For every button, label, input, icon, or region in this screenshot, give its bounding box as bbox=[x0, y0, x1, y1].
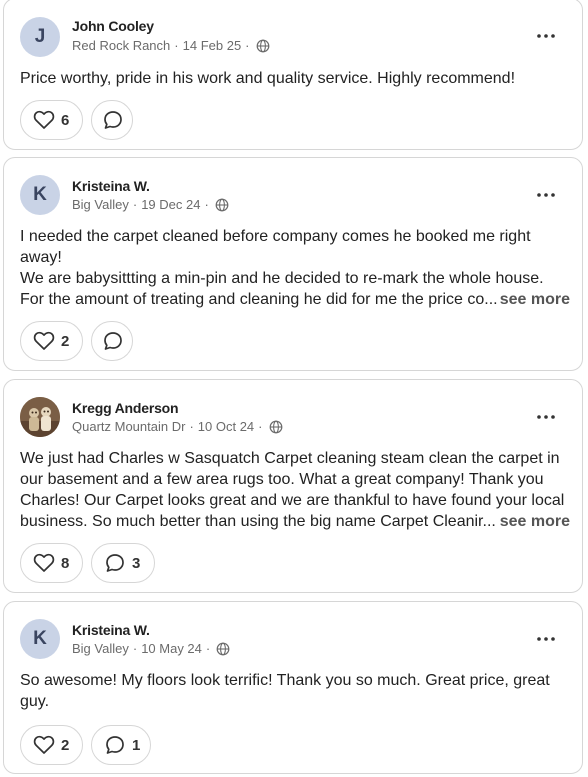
post-date[interactable]: 10 May 24 bbox=[141, 641, 202, 656]
comment-button[interactable]: 3 bbox=[91, 543, 155, 583]
separator: · bbox=[174, 38, 179, 53]
globe-icon bbox=[216, 642, 230, 656]
post-card: K Kristeina W. Big Valley · 10 May 24 · … bbox=[3, 601, 583, 774]
location[interactable]: Quartz Mountain Dr bbox=[72, 419, 185, 434]
like-button[interactable]: 8 bbox=[20, 543, 83, 583]
comment-count: 3 bbox=[132, 554, 141, 572]
more-options-button[interactable] bbox=[534, 26, 558, 46]
separator: · bbox=[205, 641, 211, 656]
avatar-photo bbox=[20, 397, 60, 437]
post-body-line: So awesome! My floors look terrific! Tha… bbox=[20, 672, 550, 689]
more-horizontal-icon bbox=[537, 193, 555, 197]
like-count: 8 bbox=[61, 554, 70, 572]
author-name[interactable]: Kristeina W. bbox=[72, 178, 150, 194]
post-body-line: business. So much better than using the … bbox=[20, 513, 496, 530]
location[interactable]: Red Rock Ranch bbox=[72, 38, 170, 53]
comment-count: 1 bbox=[132, 736, 141, 754]
more-options-button[interactable] bbox=[534, 185, 558, 205]
location[interactable]: Big Valley bbox=[72, 641, 129, 656]
comment-button[interactable] bbox=[91, 321, 133, 361]
more-options-button[interactable] bbox=[534, 629, 558, 649]
avatar[interactable]: J bbox=[20, 17, 60, 57]
post-card: K Kristeina W. Big Valley · 19 Dec 24 · … bbox=[3, 157, 583, 371]
globe-icon bbox=[256, 39, 270, 53]
comment-button[interactable]: 1 bbox=[91, 725, 151, 765]
separator: · bbox=[132, 641, 138, 656]
separator: · bbox=[245, 38, 250, 53]
like-count: 6 bbox=[61, 111, 70, 129]
post-meta: Quartz Mountain Dr · 10 Oct 24 · bbox=[72, 419, 283, 434]
post-body-line: Charles! Our Carpet looks great and we a… bbox=[20, 492, 565, 509]
post-meta: Big Valley · 19 Dec 24 · bbox=[72, 197, 229, 212]
like-button[interactable]: 6 bbox=[20, 100, 83, 140]
post-date[interactable]: 14 Feb 25 bbox=[183, 38, 242, 53]
separator: · bbox=[258, 419, 263, 434]
separator: · bbox=[189, 419, 194, 434]
avatar[interactable] bbox=[20, 397, 60, 437]
post-meta: Big Valley · 10 May 24 · bbox=[72, 641, 230, 656]
more-horizontal-icon bbox=[537, 415, 555, 419]
author-name[interactable]: Kregg Anderson bbox=[72, 400, 179, 416]
post-body-line: I needed the carpet cleaned before compa… bbox=[20, 228, 531, 245]
like-button[interactable]: 2 bbox=[20, 725, 83, 765]
globe-icon bbox=[269, 420, 283, 434]
post-body-line: guy. bbox=[20, 693, 50, 710]
post-body-line: We are babysittting a min-pin and he dec… bbox=[20, 270, 544, 287]
post-card: Kregg Anderson Quartz Mountain Dr · 10 O… bbox=[3, 379, 583, 593]
post-body-line: our basement and a few area rugs too. Wh… bbox=[20, 471, 544, 488]
more-horizontal-icon bbox=[537, 637, 555, 641]
comment-bubble-icon bbox=[102, 330, 124, 352]
heart-icon bbox=[33, 331, 55, 351]
globe-icon bbox=[215, 198, 229, 212]
avatar[interactable]: K bbox=[20, 619, 60, 659]
comment-bubble-icon bbox=[104, 734, 126, 756]
separator: · bbox=[204, 197, 209, 212]
like-count: 2 bbox=[61, 736, 70, 754]
separator: · bbox=[132, 197, 138, 212]
post-body-line: away! bbox=[20, 249, 62, 266]
location[interactable]: Big Valley bbox=[72, 197, 129, 212]
heart-icon bbox=[33, 110, 55, 130]
like-count: 2 bbox=[61, 332, 70, 350]
comment-bubble-icon bbox=[102, 109, 124, 131]
post-date[interactable]: 10 Oct 24 bbox=[198, 419, 254, 434]
post-meta: Red Rock Ranch · 14 Feb 25 · bbox=[72, 38, 270, 53]
heart-icon bbox=[33, 553, 55, 573]
avatar[interactable]: K bbox=[20, 175, 60, 215]
comment-button[interactable] bbox=[91, 100, 133, 140]
like-button[interactable]: 2 bbox=[20, 321, 83, 361]
comment-bubble-icon bbox=[104, 552, 126, 574]
see-more-link[interactable]: see more bbox=[500, 511, 570, 532]
see-more-link[interactable]: see more bbox=[500, 289, 570, 310]
more-horizontal-icon bbox=[537, 34, 555, 38]
author-name[interactable]: Kristeina W. bbox=[72, 622, 150, 638]
post-body[interactable]: We just had Charles w Sasquatch Carpet c… bbox=[20, 448, 570, 532]
post-body: So awesome! My floors look terrific! Tha… bbox=[20, 670, 570, 712]
more-options-button[interactable] bbox=[534, 407, 558, 427]
post-body[interactable]: I needed the carpet cleaned before compa… bbox=[20, 226, 570, 310]
post-body: Price worthy, pride in his work and qual… bbox=[20, 68, 570, 89]
author-name[interactable]: John Cooley bbox=[72, 18, 154, 34]
post-date[interactable]: 19 Dec 24 bbox=[141, 197, 200, 212]
post-body-line: We just had Charles w Sasquatch Carpet c… bbox=[20, 450, 560, 467]
post-card: J John Cooley Red Rock Ranch · 14 Feb 25… bbox=[3, 0, 583, 150]
post-body-line: Price worthy, pride in his work and qual… bbox=[20, 70, 516, 87]
post-body-line: For the amount of treating and cleaning … bbox=[20, 291, 498, 308]
heart-icon bbox=[33, 735, 55, 755]
